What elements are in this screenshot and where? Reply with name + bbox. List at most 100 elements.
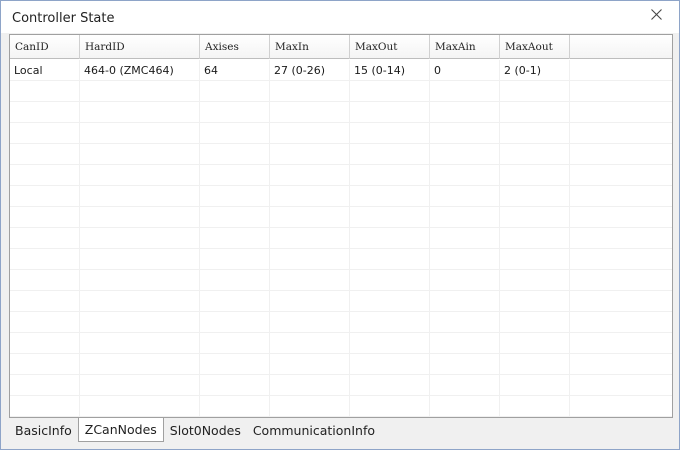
cell-maxout bbox=[350, 165, 430, 186]
cell-maxain bbox=[430, 228, 500, 249]
empty-row bbox=[10, 81, 672, 102]
cell-maxaout bbox=[500, 207, 570, 228]
cell-maxaout bbox=[500, 165, 570, 186]
cell-axises bbox=[200, 81, 270, 102]
cell-maxout bbox=[350, 396, 430, 417]
cell-maxain[interactable]: 0 bbox=[430, 60, 500, 81]
cell-maxaout bbox=[500, 102, 570, 123]
column-header-maxin[interactable]: MaxIn bbox=[270, 35, 350, 59]
cell-maxain bbox=[430, 144, 500, 165]
cell-maxain bbox=[430, 375, 500, 396]
empty-row bbox=[10, 291, 672, 312]
cell-axises bbox=[200, 249, 270, 270]
column-header-maxout[interactable]: MaxOut bbox=[350, 35, 430, 59]
cell-maxout bbox=[350, 144, 430, 165]
cell-canid bbox=[10, 396, 80, 417]
cell-filler bbox=[570, 249, 672, 270]
tab-basicinfo[interactable]: BasicInfo bbox=[9, 418, 78, 442]
cell-maxin bbox=[270, 207, 350, 228]
cell-canid bbox=[10, 270, 80, 291]
cell-filler bbox=[570, 270, 672, 291]
cell-filler bbox=[570, 312, 672, 333]
cell-hardid bbox=[80, 249, 200, 270]
cell-filler bbox=[570, 333, 672, 354]
cell-hardid bbox=[80, 81, 200, 102]
cell-hardid bbox=[80, 375, 200, 396]
cell-maxain bbox=[430, 312, 500, 333]
table-row[interactable]: Local 464-0 (ZMC464) 64 27 (0-26) 15 (0-14) 0… bbox=[10, 60, 672, 81]
empty-row bbox=[10, 207, 672, 228]
cell-hardid bbox=[80, 165, 200, 186]
tab-communicationinfo[interactable]: CommunicationInfo bbox=[247, 418, 381, 442]
cell-filler bbox=[570, 186, 672, 207]
cell-maxain bbox=[430, 396, 500, 417]
column-header-axises[interactable]: Axises bbox=[200, 35, 270, 59]
cell-canid bbox=[10, 291, 80, 312]
cell-canid bbox=[10, 102, 80, 123]
cell-canid[interactable]: Local bbox=[10, 60, 80, 81]
cell-maxin bbox=[270, 396, 350, 417]
cell-canid bbox=[10, 375, 80, 396]
close-button[interactable] bbox=[643, 4, 669, 24]
empty-row bbox=[10, 270, 672, 291]
empty-row bbox=[10, 123, 672, 144]
cell-maxaout bbox=[500, 333, 570, 354]
cell-maxain bbox=[430, 165, 500, 186]
column-header-canid[interactable]: CanID bbox=[10, 35, 80, 59]
column-header-hardid[interactable]: HardID bbox=[80, 35, 200, 59]
cell-filler bbox=[570, 291, 672, 312]
cell-maxin bbox=[270, 144, 350, 165]
cell-maxain bbox=[430, 354, 500, 375]
close-icon bbox=[650, 8, 662, 20]
cell-hardid bbox=[80, 228, 200, 249]
column-header-maxaout[interactable]: MaxAout bbox=[500, 35, 570, 59]
grid-header: CanID HardID Axises MaxIn MaxOut MaxAin MaxAou… bbox=[10, 35, 672, 59]
tab-zcannodes[interactable]: ZCanNodes bbox=[77, 418, 164, 442]
cell-hardid bbox=[80, 186, 200, 207]
cell-canid bbox=[10, 123, 80, 144]
cell-maxin bbox=[270, 228, 350, 249]
cell-axises bbox=[200, 186, 270, 207]
cell-filler bbox=[570, 60, 672, 81]
controller-state-dialog: Controller State CanID HardID Axises MaxIn M… bbox=[0, 0, 680, 450]
cell-maxaout bbox=[500, 81, 570, 102]
cell-filler bbox=[570, 375, 672, 396]
cell-maxaout[interactable]: 2 (0-1) bbox=[500, 60, 570, 81]
cell-hardid bbox=[80, 354, 200, 375]
cell-maxaout bbox=[500, 270, 570, 291]
cell-maxain bbox=[430, 102, 500, 123]
cell-filler bbox=[570, 123, 672, 144]
cell-hardid bbox=[80, 396, 200, 417]
cell-hardid[interactable]: 464-0 (ZMC464) bbox=[80, 60, 200, 81]
cell-maxaout bbox=[500, 354, 570, 375]
empty-row bbox=[10, 186, 672, 207]
empty-row bbox=[10, 228, 672, 249]
empty-row bbox=[10, 102, 672, 123]
cell-maxaout bbox=[500, 375, 570, 396]
column-header-maxain[interactable]: MaxAin bbox=[430, 35, 500, 59]
cell-maxin[interactable]: 27 (0-26) bbox=[270, 60, 350, 81]
cell-axises[interactable]: 64 bbox=[200, 60, 270, 81]
cell-maxout bbox=[350, 81, 430, 102]
cell-canid bbox=[10, 144, 80, 165]
cell-maxin bbox=[270, 375, 350, 396]
cell-hardid bbox=[80, 144, 200, 165]
cell-filler bbox=[570, 354, 672, 375]
cell-maxain bbox=[430, 270, 500, 291]
empty-row bbox=[10, 354, 672, 375]
cell-maxout bbox=[350, 228, 430, 249]
cell-axises bbox=[200, 165, 270, 186]
empty-row bbox=[10, 144, 672, 165]
cell-hardid bbox=[80, 102, 200, 123]
cell-maxin bbox=[270, 186, 350, 207]
cell-canid bbox=[10, 207, 80, 228]
cell-maxin bbox=[270, 102, 350, 123]
cell-axises bbox=[200, 228, 270, 249]
cell-maxain bbox=[430, 207, 500, 228]
cell-maxaout bbox=[500, 312, 570, 333]
controller-state-grid[interactable]: CanID HardID Axises MaxIn MaxOut MaxAin MaxAou… bbox=[9, 34, 673, 418]
tab-slot0nodes[interactable]: Slot0Nodes bbox=[164, 418, 247, 442]
cell-maxout[interactable]: 15 (0-14) bbox=[350, 60, 430, 81]
cell-filler bbox=[570, 144, 672, 165]
cell-maxain bbox=[430, 333, 500, 354]
